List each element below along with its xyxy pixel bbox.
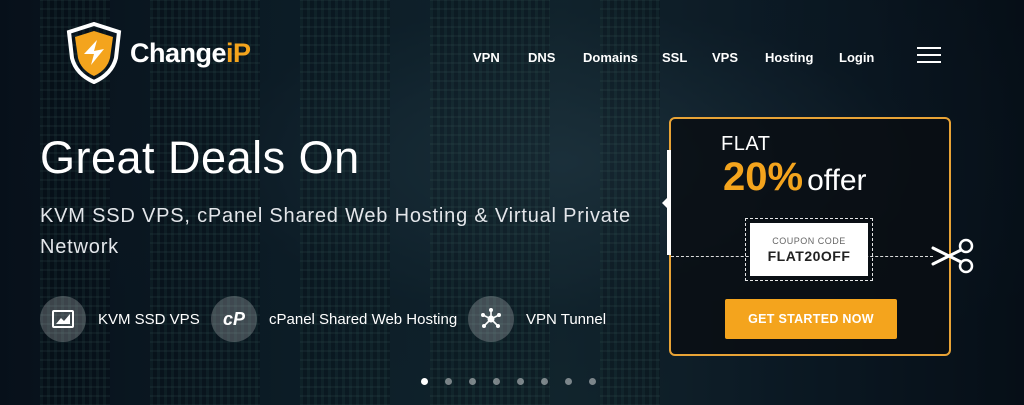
server-chart-icon: [40, 296, 86, 342]
coupon-label: COUPON CODE: [772, 235, 846, 246]
hero-subtitle: KVM SSD VPS, cPanel Shared Web Hosting &…: [40, 205, 631, 258]
scissors-icon: [931, 238, 974, 274]
offer-headline: 20% offer: [723, 155, 867, 200]
hamburger-icon[interactable]: [917, 47, 941, 63]
slider-pagination: [0, 378, 1024, 388]
cpanel-icon: cP: [211, 296, 257, 342]
nav-dns[interactable]: DNS: [528, 50, 555, 65]
nav-login[interactable]: Login: [839, 50, 874, 65]
slider-dot[interactable]: [517, 378, 524, 385]
feature-label: VPN Tunnel: [526, 310, 607, 328]
panel-notch: [662, 197, 668, 209]
feature-vpn-tunnel: VPN Tunnel: [468, 296, 606, 342]
main-nav: VPN DNS Domains SSL VPS Hosting Login: [0, 50, 1024, 66]
feature-label: cPanel Shared Web Hosting: [269, 310, 458, 328]
feature-kvm-ssd-vps: KVM SSD VPS: [40, 296, 200, 342]
slider-dot[interactable]: [421, 378, 428, 385]
network-hub-icon: [468, 296, 514, 342]
slider-dot[interactable]: [541, 378, 548, 385]
nav-ssl[interactable]: SSL: [662, 50, 687, 65]
nav-vps[interactable]: VPS: [712, 50, 738, 65]
nav-domains[interactable]: Domains: [583, 50, 638, 65]
offer-flat-label: FLAT: [721, 133, 771, 155]
nav-hosting[interactable]: Hosting: [765, 50, 813, 65]
nav-vpn[interactable]: VPN: [473, 50, 500, 65]
slider-dot[interactable]: [589, 378, 596, 385]
slider-dot[interactable]: [469, 378, 476, 385]
get-started-button[interactable]: GET STARTED NOW: [725, 299, 897, 339]
coupon-box[interactable]: COUPON CODE FLAT20OFF: [745, 218, 873, 281]
offer-percent: 20%: [723, 155, 804, 199]
slider-dot[interactable]: [445, 378, 452, 385]
hero-title: Great Deals On: [40, 132, 360, 183]
feature-cpanel-hosting: cP cPanel Shared Web Hosting: [211, 296, 457, 342]
feature-label: KVM SSD VPS: [98, 310, 200, 328]
slider-dot[interactable]: [565, 378, 572, 385]
offer-word: offer: [807, 164, 867, 197]
coupon-code: FLAT20OFF: [767, 247, 851, 264]
slider-dot[interactable]: [493, 378, 500, 385]
